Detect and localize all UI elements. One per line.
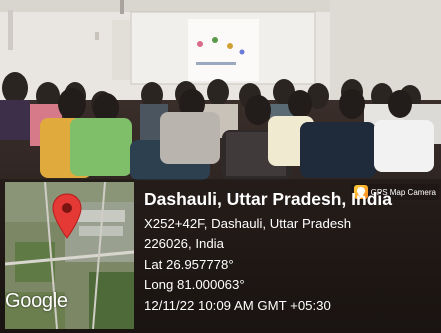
location-details: Dashauli, Uttar Pradesh, India X252+42F,… bbox=[144, 184, 392, 316]
address-line-2: 226026, India bbox=[144, 236, 224, 252]
location-pin-icon bbox=[52, 193, 82, 239]
google-logo: Google bbox=[5, 290, 68, 312]
datetime-value: 12/11/22 10:09 AM GMT +05:30 bbox=[144, 297, 331, 313]
green-shirt bbox=[70, 118, 132, 176]
projected-slide bbox=[188, 19, 259, 81]
longitude-value: Long 81.000063° bbox=[144, 277, 245, 293]
latitude-value: Lat 26.957778° bbox=[144, 256, 234, 272]
location-title: Dashauli, Uttar Pradesh, India bbox=[144, 189, 392, 209]
address-line-1: X252+42F, Dashauli, Uttar Pradesh bbox=[144, 216, 352, 231]
